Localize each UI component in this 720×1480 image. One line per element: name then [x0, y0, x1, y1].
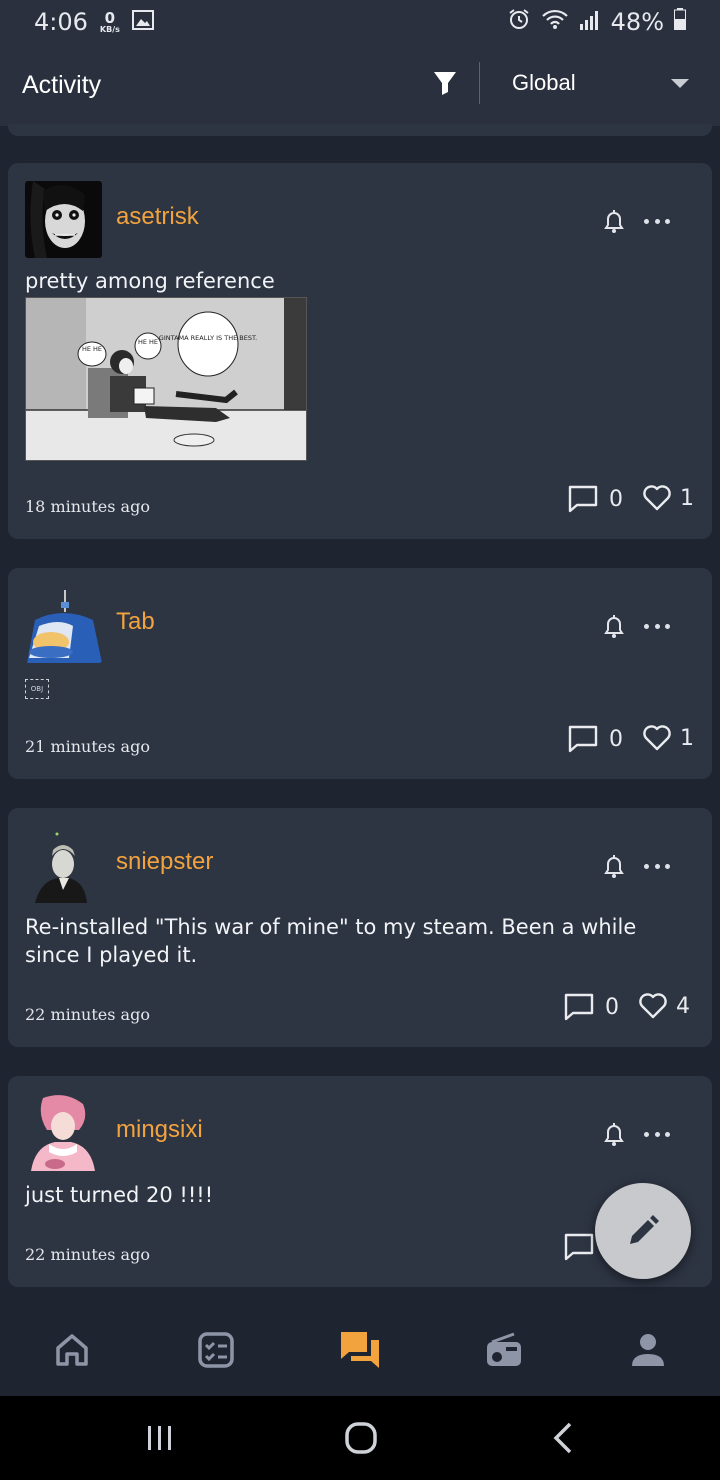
compose-button[interactable]: [595, 1183, 691, 1279]
status-bar: 4:06 0 KB/s 48%: [0, 0, 720, 44]
like-button[interactable]: 1: [642, 724, 694, 752]
bell-icon[interactable]: [602, 854, 626, 880]
reply-count: 0: [609, 726, 623, 752]
heart-icon: [639, 993, 667, 1019]
network-speed: 0 KB/s: [99, 8, 120, 34]
avatar[interactable]: [25, 586, 102, 663]
post-text: just turned 20 !!!!: [25, 1183, 214, 1207]
avatar[interactable]: [25, 1094, 102, 1171]
speech-bubble-text: GINTAMA REALLY IS THE BEST.: [159, 334, 257, 342]
tasks-icon: [198, 1332, 234, 1368]
more-options-icon[interactable]: [644, 858, 670, 874]
profile-icon: [632, 1334, 664, 1366]
reply-button[interactable]: 0: [563, 992, 619, 1022]
like-count: 1: [680, 485, 694, 511]
post-text: pretty among reference: [25, 269, 275, 293]
recent-apps-icon: [148, 1426, 171, 1450]
more-options-icon[interactable]: [644, 213, 670, 229]
battery-percent: 48%: [610, 8, 664, 36]
speech-bubble-text: HE HE: [138, 338, 158, 346]
like-count: 1: [680, 725, 694, 751]
post-text: Re-installed "This war of mine" to my st…: [25, 915, 637, 967]
post-timestamp: 21 minutes ago: [25, 737, 150, 756]
nav-profile[interactable]: [576, 1304, 720, 1396]
comment-icon: [568, 485, 598, 513]
post-timestamp: 22 minutes ago: [25, 1005, 150, 1024]
reply-button[interactable]: 0: [567, 484, 623, 514]
avatar[interactable]: [25, 826, 102, 903]
back-button[interactable]: [541, 1416, 585, 1460]
nav-forum[interactable]: [288, 1304, 432, 1396]
bottom-navigation: [0, 1304, 720, 1396]
heart-icon: [643, 485, 671, 511]
circle-home-icon: [345, 1422, 377, 1454]
more-options-icon[interactable]: [644, 618, 670, 634]
object-placeholder: OBJ: [25, 679, 49, 699]
username[interactable]: asetrisk: [116, 203, 199, 231]
reply-button[interactable]: [563, 1232, 595, 1262]
nav-radio[interactable]: [432, 1304, 576, 1396]
bell-icon[interactable]: [602, 614, 626, 640]
header-divider: [479, 62, 480, 104]
wifi-icon: [541, 8, 569, 36]
battery-icon: [674, 8, 686, 36]
scope-value: Global: [512, 70, 576, 95]
like-button[interactable]: 1: [642, 484, 694, 512]
filter-icon: [434, 72, 456, 95]
alarm-icon: [507, 7, 531, 37]
nav-tasks[interactable]: [144, 1304, 288, 1396]
home-icon: [56, 1334, 88, 1366]
username[interactable]: sniepster: [116, 848, 213, 876]
comment-icon: [568, 725, 598, 753]
comment-icon: [564, 1233, 594, 1261]
previous-card-edge: [8, 124, 712, 136]
post-timestamp: 18 minutes ago: [25, 497, 150, 516]
scope-dropdown[interactable]: Global: [512, 62, 697, 104]
bell-icon[interactable]: [602, 209, 626, 235]
username[interactable]: mingsixi: [116, 1116, 203, 1144]
username[interactable]: Tab: [116, 608, 155, 636]
heart-icon: [643, 725, 671, 751]
system-navigation-bar: [0, 1396, 720, 1480]
signal-icon: [579, 8, 601, 36]
more-options-icon[interactable]: [644, 1126, 670, 1142]
home-system-button[interactable]: [339, 1416, 383, 1460]
pencil-icon: [630, 1215, 659, 1244]
radio-icon: [487, 1332, 521, 1366]
page-title: Activity: [22, 70, 102, 99]
caret-down-icon: [671, 79, 689, 88]
reply-count: 0: [605, 994, 619, 1020]
filter-button[interactable]: [428, 66, 462, 100]
gallery-icon: [131, 8, 154, 36]
reply-count: 0: [609, 486, 623, 512]
recent-apps-button[interactable]: [138, 1416, 182, 1460]
forum-icon: [341, 1332, 379, 1368]
like-button[interactable]: 4: [638, 992, 690, 1020]
comment-icon: [564, 993, 594, 1021]
post-image[interactable]: HE HE HE HE GINTAMA REALLY IS THE BEST.: [25, 297, 307, 461]
avatar[interactable]: [25, 181, 102, 258]
reply-button[interactable]: 0: [567, 724, 623, 754]
clock: 4:06: [34, 8, 88, 36]
activity-card: Tab OBJ 21 minutes ago 0 1: [8, 568, 712, 779]
like-count: 4: [676, 993, 690, 1019]
activity-card: sniepster Re-installed "This war of mine…: [8, 808, 712, 1047]
nav-home[interactable]: [0, 1304, 144, 1396]
speech-bubble-text: HE HE: [82, 345, 102, 353]
activity-card: asetrisk pretty among reference HE HE HE…: [8, 163, 712, 539]
post-timestamp: 22 minutes ago: [25, 1245, 150, 1264]
bell-icon[interactable]: [602, 1122, 626, 1148]
back-icon: [553, 1422, 572, 1454]
